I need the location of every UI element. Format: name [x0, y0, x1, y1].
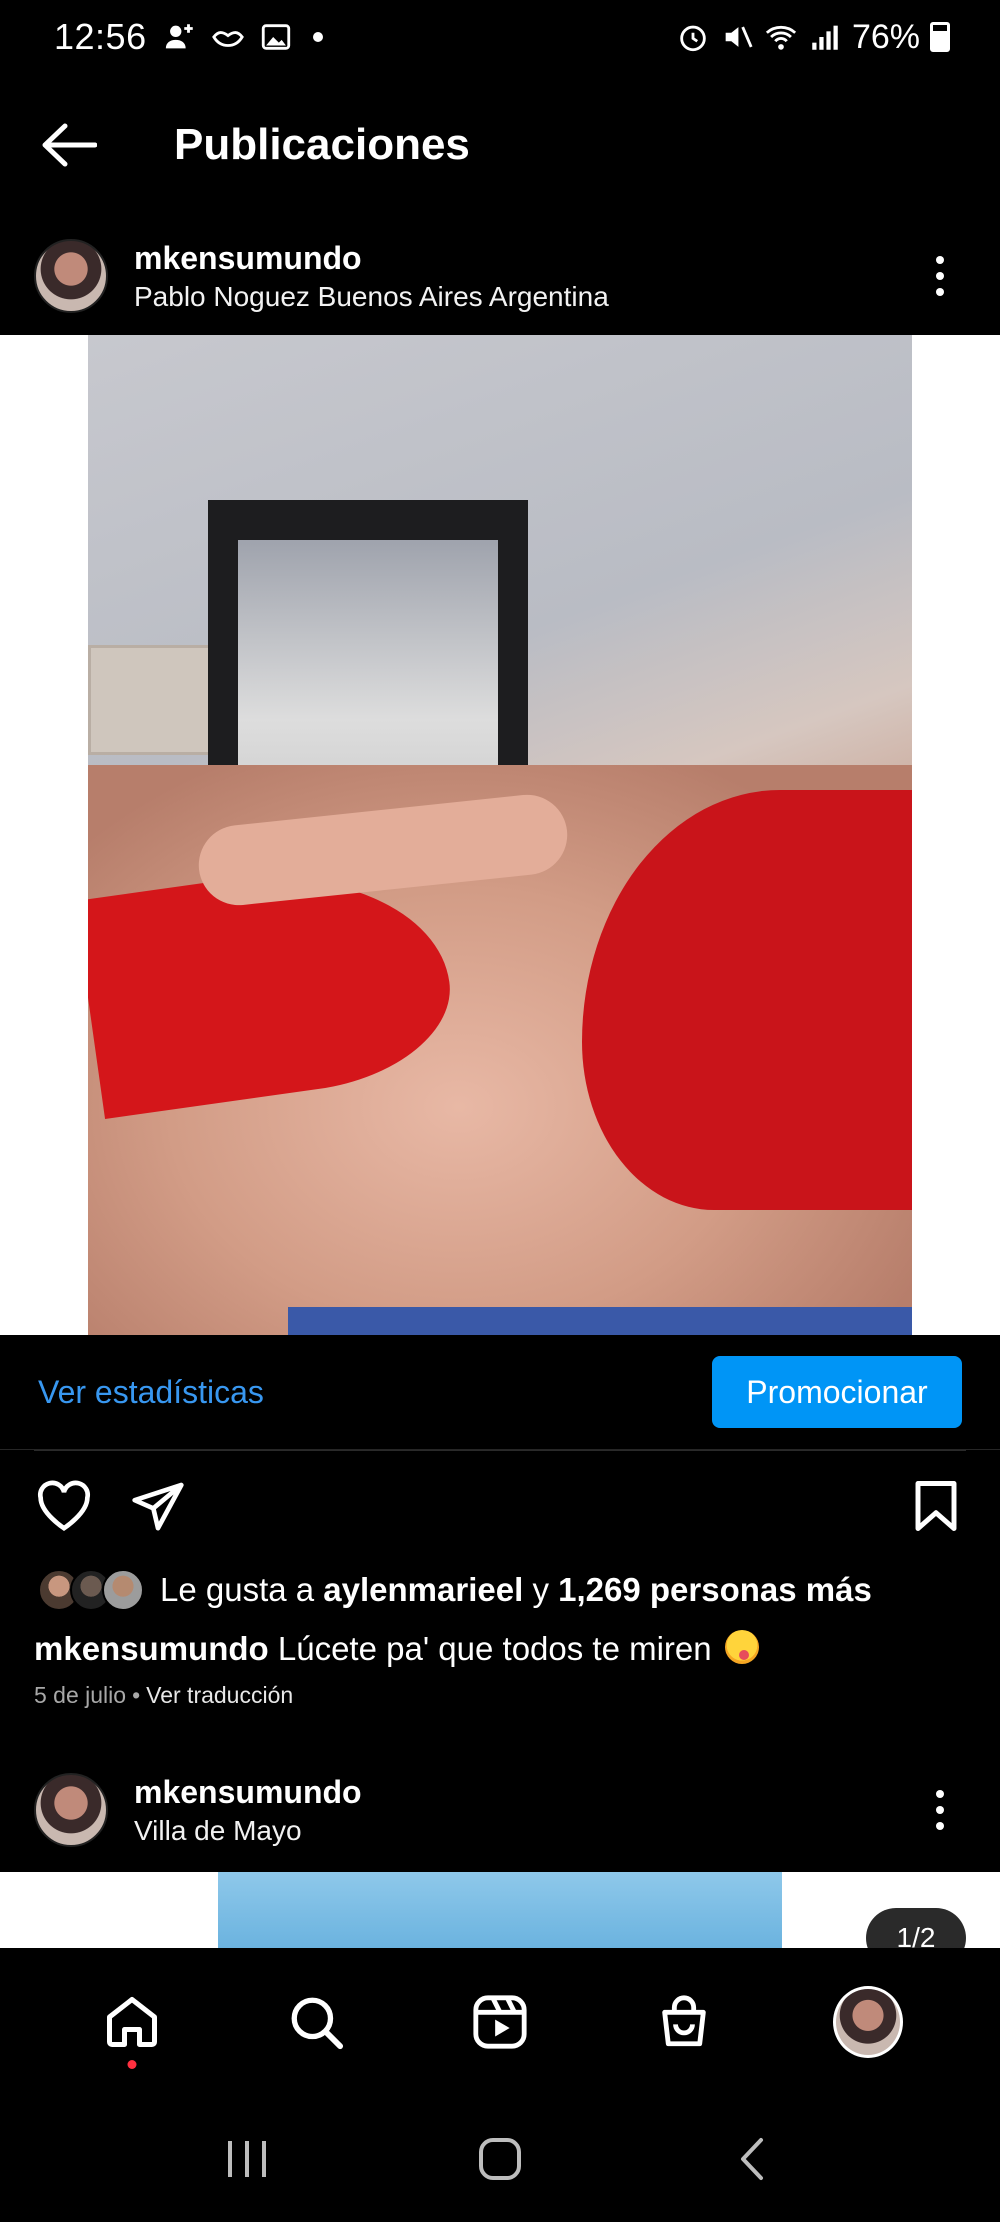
yum-emoji-icon: [724, 1630, 759, 1664]
status-bar: 12:56 76%: [0, 0, 1000, 74]
more-dot-icon: [936, 288, 944, 296]
likes-and: y: [532, 1571, 549, 1608]
save-button[interactable]: [906, 1476, 966, 1536]
home-icon: [107, 1997, 157, 2047]
search-icon: [291, 1997, 344, 2050]
likes-prefix: Le gusta a: [160, 1571, 315, 1608]
lips-icon: [211, 31, 244, 47]
chevron-left-icon: [741, 2138, 764, 2180]
recent-apps-icon: [227, 2141, 266, 2177]
alarm-icon: [680, 25, 706, 52]
post-header: mkensumundo Pablo Noguez Buenos Aires Ar…: [0, 216, 1000, 336]
more-dot-icon: [936, 1822, 944, 1830]
liker-avatars: [38, 1569, 144, 1611]
more-dot-icon: [936, 256, 944, 264]
shop-bag-icon: [662, 1995, 706, 2047]
notification-dot: [127, 2060, 137, 2069]
post-date: 5 de julio: [34, 1682, 127, 1708]
caption-text: Lúcete pa' que todos te miren: [277, 1630, 712, 1667]
more-options-button[interactable]: [920, 246, 960, 306]
mute-icon: [725, 26, 753, 48]
page-title: Publicaciones: [174, 120, 470, 169]
avatar: [102, 1569, 144, 1611]
image-icon: [261, 24, 290, 50]
post-image-container: [0, 335, 1000, 1335]
top-header: Publicaciones: [0, 74, 1000, 216]
nav-search[interactable]: [281, 1987, 351, 2057]
wifi-icon: [765, 25, 797, 50]
post-user-info: mkensumundo Villa de Mayo: [134, 1774, 362, 1847]
image-shelf-shape: [88, 645, 218, 755]
post-location[interactable]: Villa de Mayo: [134, 1815, 362, 1847]
status-time: 12:56: [54, 16, 147, 57]
avatar[interactable]: [34, 1773, 108, 1847]
like-button[interactable]: [34, 1476, 94, 1536]
more-dot-icon: [936, 1806, 944, 1814]
more-dot-icon: [936, 1790, 944, 1798]
status-right-icons: 76%: [676, 18, 950, 57]
nav-shop[interactable]: [649, 1987, 719, 2057]
home-square-icon: [478, 2138, 521, 2180]
post-username[interactable]: mkensumundo: [134, 240, 609, 277]
share-button[interactable]: [128, 1476, 188, 1536]
post-image[interactable]: [88, 335, 912, 1335]
more-dot-icon: [936, 272, 944, 280]
post-header: mkensumundo Villa de Mayo: [0, 1750, 1000, 1870]
post-username[interactable]: mkensumundo: [134, 1774, 362, 1811]
likes-text: Le gusta a aylenmarieel y 1,269 personas…: [160, 1571, 872, 1609]
recent-apps-button[interactable]: [212, 2124, 282, 2194]
insights-row: Ver estadísticas Promocionar: [0, 1335, 1000, 1450]
battery-icon: [930, 22, 950, 52]
likes-row[interactable]: Le gusta a aylenmarieel y 1,269 personas…: [0, 1560, 1000, 1620]
notification-dot: [312, 32, 323, 42]
reels-icon: [473, 1995, 527, 2049]
likes-user[interactable]: aylenmarieel: [323, 1571, 523, 1608]
post-meta: 5 de julio • Ver traducción: [34, 1682, 293, 1709]
image-sky-shape: [218, 1872, 782, 1948]
heart-icon: [37, 1480, 91, 1531]
profile-avatar: [833, 1986, 903, 2058]
post-image[interactable]: [0, 1872, 1000, 1948]
more-options-button[interactable]: [920, 1780, 960, 1840]
bottom-nav: [0, 1948, 1000, 2096]
promote-button[interactable]: Promocionar: [712, 1356, 962, 1428]
status-left-icons: [163, 20, 323, 54]
person-add-icon: [165, 24, 193, 49]
home-system-button[interactable]: [465, 2124, 535, 2194]
caption-username[interactable]: mkensumundo: [34, 1630, 269, 1667]
view-insights-link[interactable]: Ver estadísticas: [38, 1374, 264, 1411]
battery-percent: 76%: [851, 17, 920, 56]
bookmark-icon: [915, 1481, 957, 1531]
signal-icon: [812, 25, 838, 50]
likes-count[interactable]: 1,269 personas más: [558, 1571, 872, 1608]
post-user-info: mkensumundo Pablo Noguez Buenos Aires Ar…: [134, 240, 609, 313]
back-button[interactable]: [34, 110, 104, 180]
post-caption: mkensumundo Lúcete pa' que todos te mire…: [34, 1622, 966, 1676]
image-floor-shape: [288, 1307, 912, 1335]
nav-reels[interactable]: [465, 1987, 535, 2057]
divider: [34, 1450, 966, 1451]
see-translation-link[interactable]: Ver traducción: [146, 1682, 293, 1709]
system-nav-bar: [0, 2096, 1000, 2222]
back-system-button[interactable]: [718, 2124, 788, 2194]
meta-separator: •: [132, 1682, 141, 1708]
post-actions: [0, 1468, 1000, 1544]
avatar[interactable]: [34, 239, 108, 313]
nav-profile[interactable]: [833, 1986, 903, 2058]
arrow-left-icon: [42, 123, 97, 167]
post-location[interactable]: Pablo Noguez Buenos Aires Argentina: [134, 281, 609, 313]
send-icon: [132, 1482, 184, 1531]
nav-home[interactable]: [97, 1987, 167, 2069]
